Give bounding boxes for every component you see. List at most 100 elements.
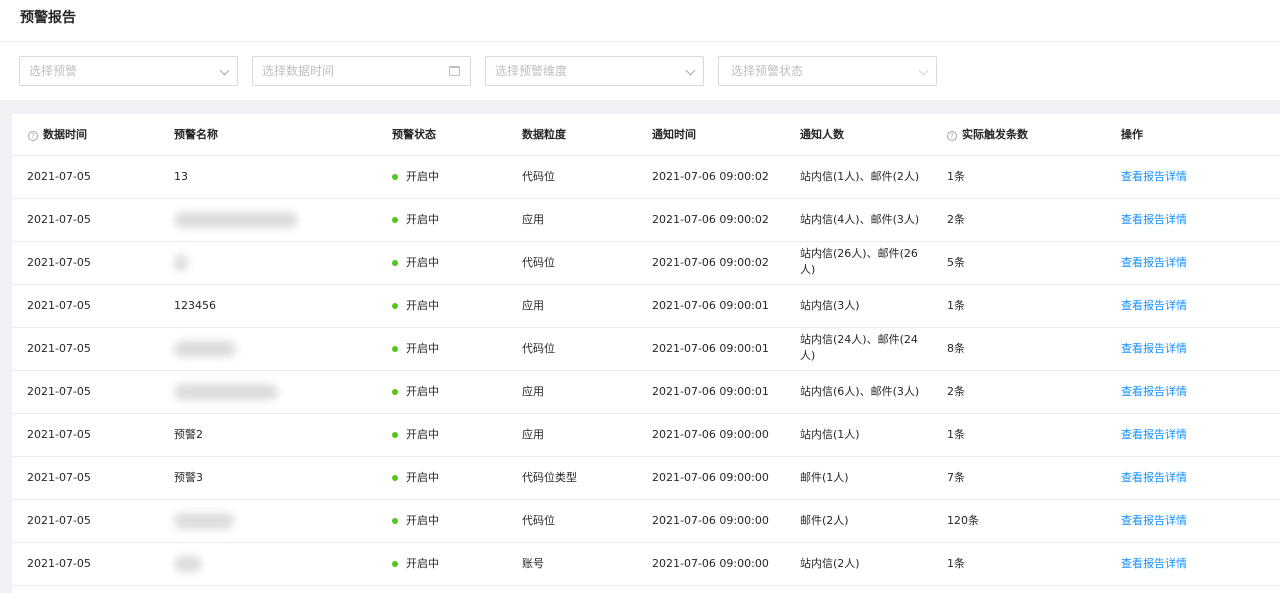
- notify-count-cell: 站内信(26人)、邮件(26人): [800, 247, 918, 276]
- triggered-count-cell: 2条: [947, 385, 965, 398]
- page-header: 预警报告: [0, 0, 1280, 42]
- granularity-cell: 账号: [522, 557, 544, 570]
- table-row: 2021-07-05 13 开启中 代码位 2021-07-06 09:00:0…: [12, 156, 1280, 199]
- granularity-cell: 代码位类型: [522, 471, 577, 484]
- granularity-cell: 代码位: [522, 256, 555, 269]
- alert-status-cell: 开启中: [406, 299, 439, 312]
- triggered-count-cell: 1条: [947, 428, 965, 441]
- triggered-count-cell: 7条: [947, 471, 965, 484]
- status-dot: [392, 561, 398, 567]
- granularity-cell: 应用: [522, 213, 544, 226]
- column-alert-status: 预警状态: [392, 128, 436, 141]
- column-triggered-count-label: 实际触发条数: [962, 128, 1028, 141]
- view-report-link[interactable]: 查看报告详情: [1121, 212, 1187, 228]
- alert-select[interactable]: 选择预警: [19, 56, 238, 86]
- table-row: 2021-07-05 预警3 开启中 代码位类型 2021-07-06 09:0…: [12, 457, 1280, 500]
- status-dot: [392, 260, 398, 266]
- dimension-select-placeholder: 选择预警维度: [495, 64, 568, 78]
- table-row: 2021-07-05 开启中 代码位 2021-07-06 09:00:00 邮…: [12, 500, 1280, 543]
- alert-status-cell: 开启中: [406, 514, 439, 527]
- data-time-cell: 2021-07-05: [27, 385, 91, 398]
- granularity-cell: 代码位: [522, 170, 555, 183]
- alert-status-cell: 开启中: [406, 342, 439, 355]
- status-select[interactable]: 选择预警状态: [718, 56, 937, 86]
- data-time-cell: 2021-07-05: [27, 428, 91, 441]
- alert-name-cell: 预警3: [174, 471, 203, 484]
- data-time-cell: 2021-07-05: [27, 471, 91, 484]
- view-report-link[interactable]: 查看报告详情: [1121, 556, 1187, 572]
- notify-time-cell: 2021-07-06 09:00:02: [652, 213, 769, 226]
- redacted-alert-name: [174, 341, 236, 357]
- chevron-down-icon: [219, 65, 230, 76]
- table-row: 2021-07-05 预警2 开启中 应用 2021-07-06 09:00:0…: [12, 414, 1280, 457]
- column-action: 操作: [1121, 128, 1143, 141]
- data-time-picker[interactable]: 选择数据时间: [252, 56, 471, 86]
- table-row: 2021-07-05 开启中 代码位 2021-07-06 09:00:02 站…: [12, 242, 1280, 285]
- redacted-alert-name: [174, 384, 278, 400]
- alert-status-cell: 开启中: [406, 256, 439, 269]
- question-circle-icon[interactable]: ?: [28, 131, 38, 141]
- chevron-down-icon: [685, 65, 696, 76]
- notify-time-cell: 2021-07-06 09:00:00: [652, 428, 769, 441]
- status-dot: [392, 518, 398, 524]
- view-report-link[interactable]: 查看报告详情: [1121, 513, 1187, 529]
- alert-status-cell: 开启中: [406, 557, 439, 570]
- notify-time-cell: 2021-07-06 09:00:02: [652, 170, 769, 183]
- page-title: 预警报告: [20, 10, 76, 26]
- data-time-cell: 2021-07-05: [27, 256, 91, 269]
- view-report-link[interactable]: 查看报告详情: [1121, 384, 1187, 400]
- notify-count-cell: 站内信(3人): [800, 299, 860, 312]
- column-data-time-label: 数据时间: [43, 128, 87, 141]
- status-dot: [392, 217, 398, 223]
- column-alert-name: 预警名称: [174, 128, 218, 141]
- notify-time-cell: 2021-07-06 09:00:00: [652, 514, 769, 527]
- alert-name-cell: 预警2: [174, 428, 203, 441]
- granularity-cell: 代码位: [522, 342, 555, 355]
- report-table: ? 数据时间 预警名称 预警状态 数据粒度 通知时间 通知人数 ? 实际触发条数 操…: [12, 114, 1280, 593]
- triggered-count-cell: 120条: [947, 514, 979, 527]
- calendar-icon: [449, 66, 460, 76]
- status-dot: [392, 303, 398, 309]
- notify-time-cell: 2021-07-06 09:00:00: [652, 557, 769, 570]
- view-report-link[interactable]: 查看报告详情: [1121, 427, 1187, 443]
- granularity-cell: 应用: [522, 299, 544, 312]
- data-time-cell: 2021-07-05: [27, 213, 91, 226]
- question-circle-icon[interactable]: ?: [947, 131, 957, 141]
- granularity-cell: 应用: [522, 428, 544, 441]
- chevron-down-icon: [918, 65, 929, 76]
- alert-status-cell: 开启中: [406, 385, 439, 398]
- column-triggered-count: ? 实际触发条数: [947, 128, 1028, 142]
- triggered-count-cell: 5条: [947, 256, 965, 269]
- triggered-count-cell: 1条: [947, 170, 965, 183]
- alert-status-cell: 开启中: [406, 170, 439, 183]
- view-report-link[interactable]: 查看报告详情: [1121, 470, 1187, 486]
- notify-count-cell: 站内信(24人)、邮件(24人): [800, 333, 918, 362]
- status-dot: [392, 346, 398, 352]
- redacted-alert-name: [174, 513, 234, 529]
- notify-count-cell: 站内信(6人)、邮件(3人): [800, 385, 920, 398]
- view-report-link[interactable]: 查看报告详情: [1121, 169, 1187, 185]
- view-report-link[interactable]: 查看报告详情: [1121, 298, 1187, 314]
- data-time-cell: 2021-07-05: [27, 299, 91, 312]
- alert-status-cell: 开启中: [406, 213, 439, 226]
- view-report-link[interactable]: 查看报告详情: [1121, 255, 1187, 271]
- filter-bar: 选择预警 选择数据时间 选择预警维度 选择预警状态: [0, 42, 1280, 100]
- redacted-alert-name: [174, 212, 298, 228]
- granularity-cell: 应用: [522, 385, 544, 398]
- column-granularity: 数据粒度: [522, 128, 566, 141]
- alert-select-placeholder: 选择预警: [29, 64, 78, 78]
- data-time-cell: 2021-07-05: [27, 170, 91, 183]
- triggered-count-cell: 2条: [947, 213, 965, 226]
- status-dot: [392, 432, 398, 438]
- dimension-select[interactable]: 选择预警维度: [485, 56, 704, 86]
- notify-time-cell: 2021-07-06 09:00:01: [652, 342, 769, 355]
- view-report-link[interactable]: 查看报告详情: [1121, 341, 1187, 357]
- data-time-cell: 2021-07-05: [27, 514, 91, 527]
- notify-count-cell: 站内信(2人): [800, 557, 860, 570]
- alert-name-cell: 123456: [174, 299, 216, 312]
- triggered-count-cell: 1条: [947, 299, 965, 312]
- redacted-alert-name: [174, 556, 202, 572]
- redacted-alert-name: [174, 255, 188, 271]
- table-row: 2021-07-05 开启中 账号 2021-07-06 09:00:00 站内…: [12, 543, 1280, 586]
- table-row: 2021-07-05 开启中 应用 2021-07-06 09:00:01 站内…: [12, 371, 1280, 414]
